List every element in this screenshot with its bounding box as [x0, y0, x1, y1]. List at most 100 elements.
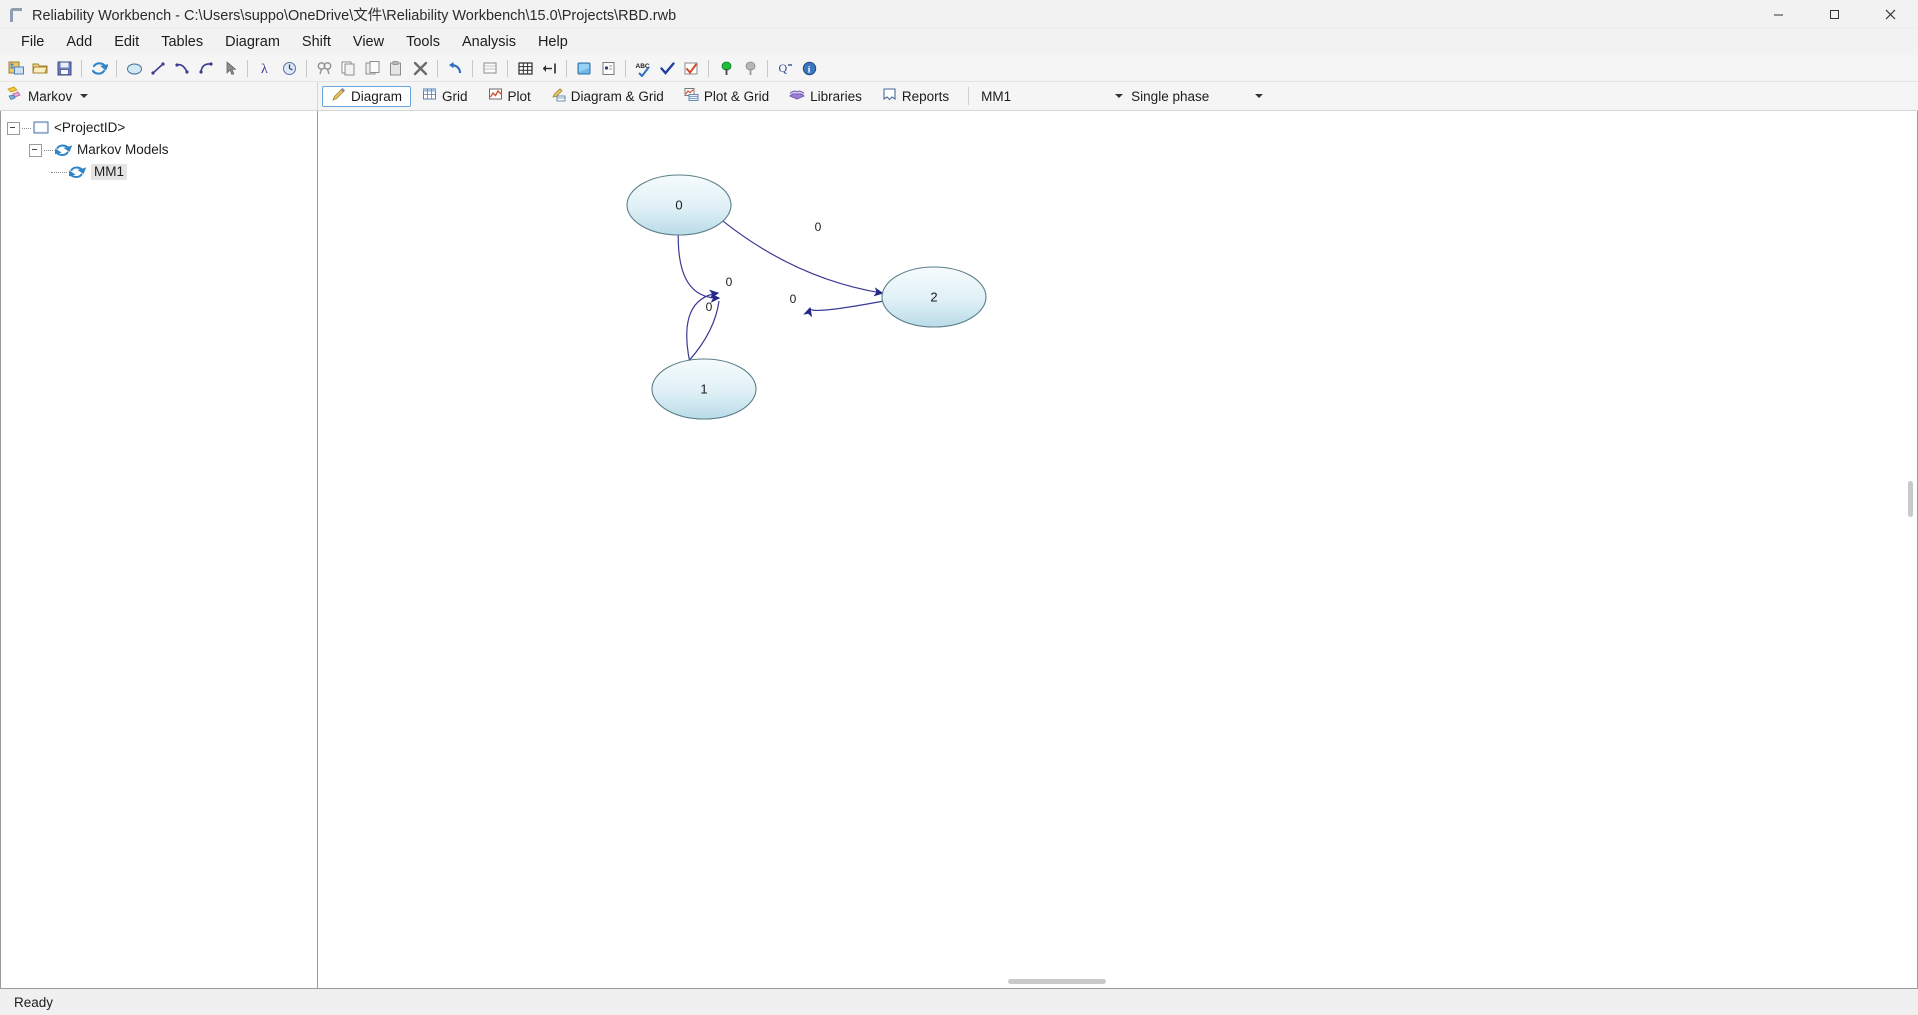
lambda-icon[interactable]: λ [254, 57, 276, 79]
tab-reports-label: Reports [901, 88, 950, 104]
menu-analysis[interactable]: Analysis [451, 31, 527, 53]
copy-page-icon[interactable] [337, 57, 359, 79]
svg-text:i: i [807, 65, 810, 75]
chevron-down-icon[interactable] [1255, 94, 1264, 98]
find-icon[interactable] [313, 57, 335, 79]
markov-model-icon [69, 165, 86, 179]
tab-plot-and-grid-label: Plot & Grid [703, 88, 770, 104]
transition-edge[interactable] [803, 300, 883, 318]
query-icon[interactable]: Q [774, 57, 796, 79]
menu-edit[interactable]: Edit [103, 31, 150, 53]
markov-state-node[interactable]: 2 [881, 266, 987, 328]
model-combo[interactable]: MM1 [977, 86, 1128, 106]
copy-grid-icon[interactable] [479, 57, 501, 79]
transition-edge[interactable] [677, 234, 721, 303]
expander-toggle[interactable] [29, 143, 42, 157]
delete-cross-icon[interactable] [409, 57, 431, 79]
libraries-icon[interactable] [573, 57, 595, 79]
tab-libraries-label: Libraries [810, 88, 862, 104]
help-icon[interactable]: i [798, 57, 820, 79]
tab-reports[interactable]: Reports [873, 86, 958, 107]
duplicate-icon[interactable] [361, 57, 383, 79]
green-pin-icon[interactable] [715, 57, 737, 79]
main-toolbar: λ ABC Q i [0, 55, 1918, 82]
report-icon [882, 87, 897, 105]
menu-tools[interactable]: Tools [395, 31, 451, 53]
chevron-down-icon[interactable] [80, 94, 89, 98]
tree-node-mm1[interactable]: MM1 [7, 161, 317, 183]
undo-icon[interactable] [444, 57, 466, 79]
transition-label[interactable]: 0 [815, 220, 822, 234]
menu-help[interactable]: Help [527, 31, 579, 53]
toolbar-separator [437, 59, 438, 77]
paste-icon[interactable] [385, 57, 407, 79]
minimize-button[interactable] [1750, 0, 1806, 28]
select-pointer-icon[interactable] [219, 57, 241, 79]
add-loop-transition-icon[interactable] [195, 57, 217, 79]
markov-state-node[interactable]: 0 [626, 174, 732, 236]
markov-state-node[interactable]: 1 [651, 358, 757, 420]
tab-plot-label: Plot [507, 88, 531, 104]
transition-label[interactable]: 0 [726, 275, 733, 289]
menu-add[interactable]: Add [55, 31, 103, 53]
toolbar-separator [472, 59, 473, 77]
add-state-icon[interactable] [123, 57, 145, 79]
transition-edge[interactable] [722, 220, 884, 297]
phase-combo[interactable]: Single phase [1127, 86, 1268, 106]
reports-icon[interactable] [597, 57, 619, 79]
add-transition-icon[interactable] [147, 57, 169, 79]
new-project-icon[interactable] [5, 57, 27, 79]
markov-refresh-icon[interactable] [88, 57, 110, 79]
transition-label[interactable]: 0 [706, 300, 713, 314]
check-mark-icon[interactable] [656, 57, 678, 79]
view-selector-bar: Markov Diagram Grid Plot Diagram & Grid … [0, 82, 1918, 111]
state-label: 2 [930, 290, 937, 305]
transition-edge[interactable] [686, 289, 720, 361]
transition-label[interactable]: 0 [790, 292, 797, 306]
tree-node-mm1-label: MM1 [91, 164, 127, 180]
tab-plot-and-grid[interactable]: Plot & Grid [675, 86, 778, 107]
menu-diagram[interactable]: Diagram [214, 31, 291, 53]
tab-diagram[interactable]: Diagram [322, 85, 412, 107]
tree-node-markov-models[interactable]: Markov Models [7, 139, 317, 161]
toolbar-separator [116, 59, 117, 77]
grid-table-icon[interactable] [514, 57, 536, 79]
tab-diagram-and-grid[interactable]: Diagram & Grid [542, 86, 673, 107]
tab-libraries[interactable]: Libraries [780, 86, 871, 107]
menu-view[interactable]: View [342, 31, 395, 53]
open-project-icon[interactable] [29, 57, 51, 79]
tree-connector [22, 127, 31, 129]
check-box-icon[interactable] [680, 57, 702, 79]
vertical-scrollbar[interactable] [1905, 111, 1917, 988]
close-button[interactable] [1862, 0, 1918, 28]
tab-plot[interactable]: Plot [479, 86, 540, 107]
tree-node-project[interactable]: <ProjectID> [7, 117, 317, 139]
menu-bar: File Add Edit Tables Diagram Shift View … [0, 29, 1918, 55]
model-type-selector[interactable]: Markov [0, 82, 318, 110]
state-label: 1 [700, 382, 707, 397]
save-project-icon[interactable] [53, 57, 75, 79]
horizontal-scrollbar[interactable] [318, 976, 1917, 988]
transition-edge-tail [688, 300, 720, 361]
transitions-layer [677, 220, 884, 361]
window-corner-icon [8, 6, 24, 22]
horizontal-scrollbar-thumb[interactable] [1008, 979, 1106, 984]
grey-pin-icon[interactable] [739, 57, 761, 79]
svg-text:λ: λ [261, 62, 268, 77]
clock-icon[interactable] [278, 57, 300, 79]
maximize-button[interactable] [1806, 0, 1862, 28]
tab-grid[interactable]: Grid [413, 86, 477, 107]
tree-node-project-label: <ProjectID> [54, 120, 126, 136]
spell-check-icon[interactable]: ABC [632, 57, 654, 79]
tree-connector [44, 149, 53, 151]
menu-file[interactable]: File [10, 31, 55, 53]
diagram-canvas[interactable]: 021 0000 [318, 111, 1918, 989]
chevron-down-icon[interactable] [1115, 94, 1124, 98]
vertical-scrollbar-thumb[interactable] [1908, 481, 1913, 517]
status-bar: Ready [0, 989, 1918, 1015]
expander-toggle[interactable] [7, 121, 20, 135]
indent-icon[interactable] [538, 57, 560, 79]
add-curved-transition-icon[interactable] [171, 57, 193, 79]
menu-shift[interactable]: Shift [291, 31, 342, 53]
menu-tables[interactable]: Tables [150, 31, 214, 53]
